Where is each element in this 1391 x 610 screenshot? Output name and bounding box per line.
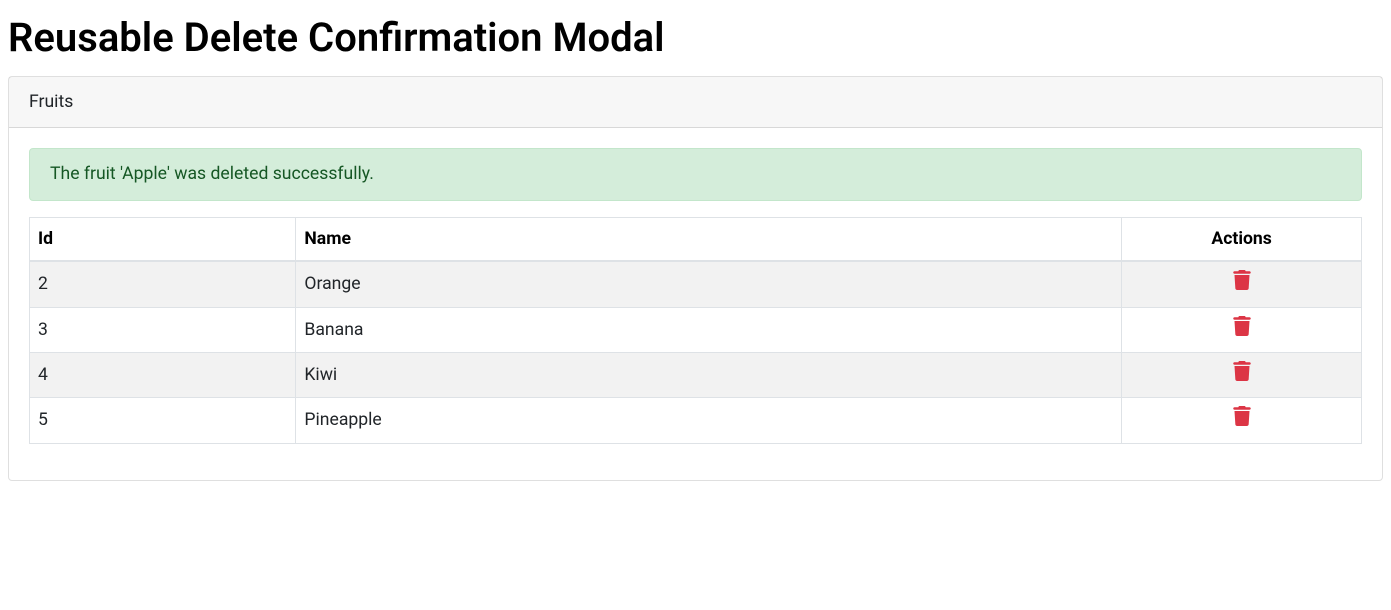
cell-name: Orange	[296, 261, 1122, 307]
trash-icon	[1233, 361, 1251, 381]
cell-name: Pineapple	[296, 398, 1122, 443]
card-header: Fruits	[9, 77, 1382, 128]
card-body: The fruit 'Apple' was deleted successful…	[9, 128, 1382, 479]
trash-icon	[1233, 406, 1251, 426]
delete-button[interactable]	[1233, 406, 1251, 426]
cell-id: 5	[30, 398, 296, 443]
page-title: Reusable Delete Confirmation Modal	[8, 8, 1383, 68]
delete-button[interactable]	[1233, 361, 1251, 381]
trash-icon	[1233, 316, 1251, 336]
delete-button[interactable]	[1233, 270, 1251, 290]
header-actions: Actions	[1122, 217, 1362, 261]
cell-actions	[1122, 307, 1362, 352]
cell-name: Banana	[296, 307, 1122, 352]
delete-button[interactable]	[1233, 316, 1251, 336]
fruits-card: Fruits The fruit 'Apple' was deleted suc…	[8, 76, 1383, 481]
cell-name: Kiwi	[296, 352, 1122, 397]
success-alert: The fruit 'Apple' was deleted successful…	[29, 148, 1362, 200]
cell-id: 3	[30, 307, 296, 352]
table-row: 3Banana	[30, 307, 1362, 352]
cell-id: 4	[30, 352, 296, 397]
table-row: 2Orange	[30, 261, 1362, 307]
table-row: 4Kiwi	[30, 352, 1362, 397]
header-name: Name	[296, 217, 1122, 261]
table-header-row: Id Name Actions	[30, 217, 1362, 261]
header-id: Id	[30, 217, 296, 261]
table-row: 5Pineapple	[30, 398, 1362, 443]
cell-actions	[1122, 261, 1362, 307]
fruits-table: Id Name Actions 2Orange3Banana4Kiwi5Pine…	[29, 217, 1362, 444]
cell-id: 2	[30, 261, 296, 307]
trash-icon	[1233, 270, 1251, 290]
cell-actions	[1122, 398, 1362, 443]
cell-actions	[1122, 352, 1362, 397]
